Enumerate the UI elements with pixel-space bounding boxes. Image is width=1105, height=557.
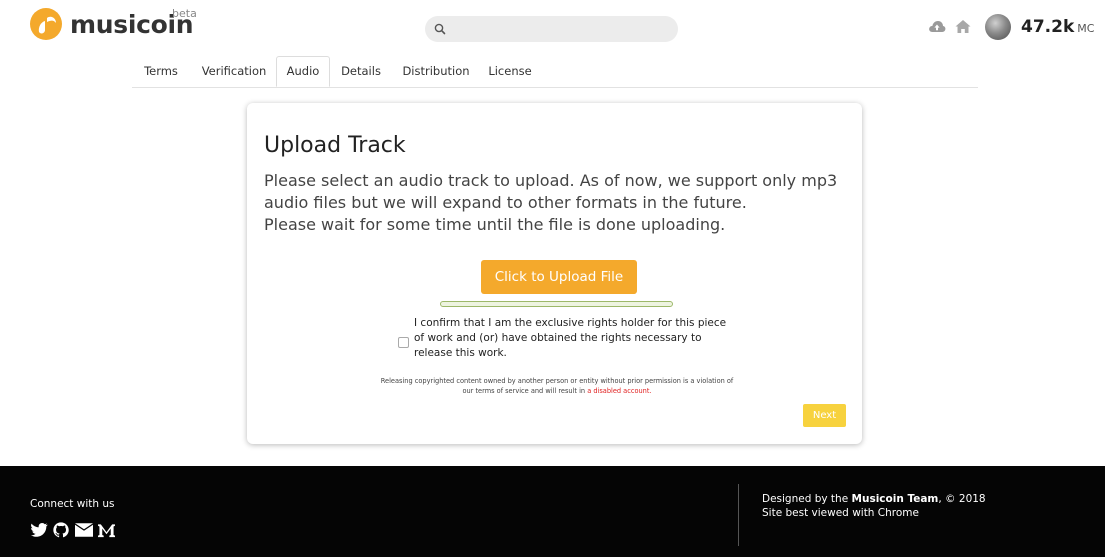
card-title: Upload Track <box>264 133 406 158</box>
email-icon[interactable] <box>75 522 93 538</box>
description-line-1: Please select an audio track to upload. … <box>264 171 838 212</box>
medium-icon[interactable] <box>98 522 115 538</box>
rights-confirm-label[interactable]: I confirm that I am the exclusive rights… <box>414 316 734 361</box>
footer: Connect with us Designed by the Musicoin… <box>0 466 1105 557</box>
copyright-year: , © 2018 <box>938 493 986 505</box>
tab-verification[interactable]: Verification <box>194 56 274 87</box>
upload-file-button[interactable]: Click to Upload File <box>481 260 637 294</box>
rights-confirm-checkbox[interactable] <box>398 337 409 348</box>
github-icon[interactable] <box>53 522 69 538</box>
tab-audio[interactable]: Audio <box>276 56 330 87</box>
twitter-icon[interactable] <box>31 522 48 538</box>
search-icon <box>434 23 446 35</box>
card-description: Please select an audio track to upload. … <box>264 170 854 236</box>
upload-progress-bar <box>440 301 673 307</box>
designed-prefix: Designed by the <box>762 493 852 505</box>
search-input[interactable] <box>425 16 678 42</box>
tab-license[interactable]: License <box>482 56 538 87</box>
best-viewed-line: Site best viewed with Chrome <box>762 507 919 519</box>
balance-value: 47.2k <box>1021 17 1075 37</box>
description-line-2: Please wait for some time until the file… <box>264 215 726 234</box>
designed-by-line: Designed by the Musicoin Team, © 2018 <box>762 492 986 506</box>
top-header: musicoin beta 47.2k MC <box>0 0 1105 60</box>
footer-divider <box>738 484 739 546</box>
footer-credits: Designed by the Musicoin Team, © 2018 Si… <box>762 492 986 520</box>
copyright-warning: Releasing copyrighted content owned by a… <box>377 376 737 396</box>
balance-display[interactable]: 47.2k MC <box>1021 17 1094 37</box>
tab-distribution[interactable]: Distribution <box>400 56 472 87</box>
home-icon[interactable] <box>955 19 971 34</box>
musicoin-logo-icon[interactable] <box>30 8 62 40</box>
wizard-tabs: Terms Verification Audio Details Distrib… <box>132 56 978 88</box>
next-button[interactable]: Next <box>803 404 846 427</box>
warning-text: Releasing copyrighted content owned by a… <box>380 377 734 395</box>
avatar[interactable] <box>985 14 1011 40</box>
musicoin-team-link[interactable]: Musicoin Team <box>852 493 939 505</box>
balance-unit: MC <box>1077 22 1095 35</box>
upload-track-card: Upload Track Please select an audio trac… <box>247 103 862 444</box>
cloud-upload-icon[interactable] <box>928 19 946 33</box>
beta-label: beta <box>172 7 197 20</box>
disabled-account-link[interactable]: a disabled account. <box>587 387 651 395</box>
tab-details[interactable]: Details <box>335 56 387 87</box>
tab-terms[interactable]: Terms <box>132 56 190 87</box>
connect-label: Connect with us <box>30 498 115 510</box>
